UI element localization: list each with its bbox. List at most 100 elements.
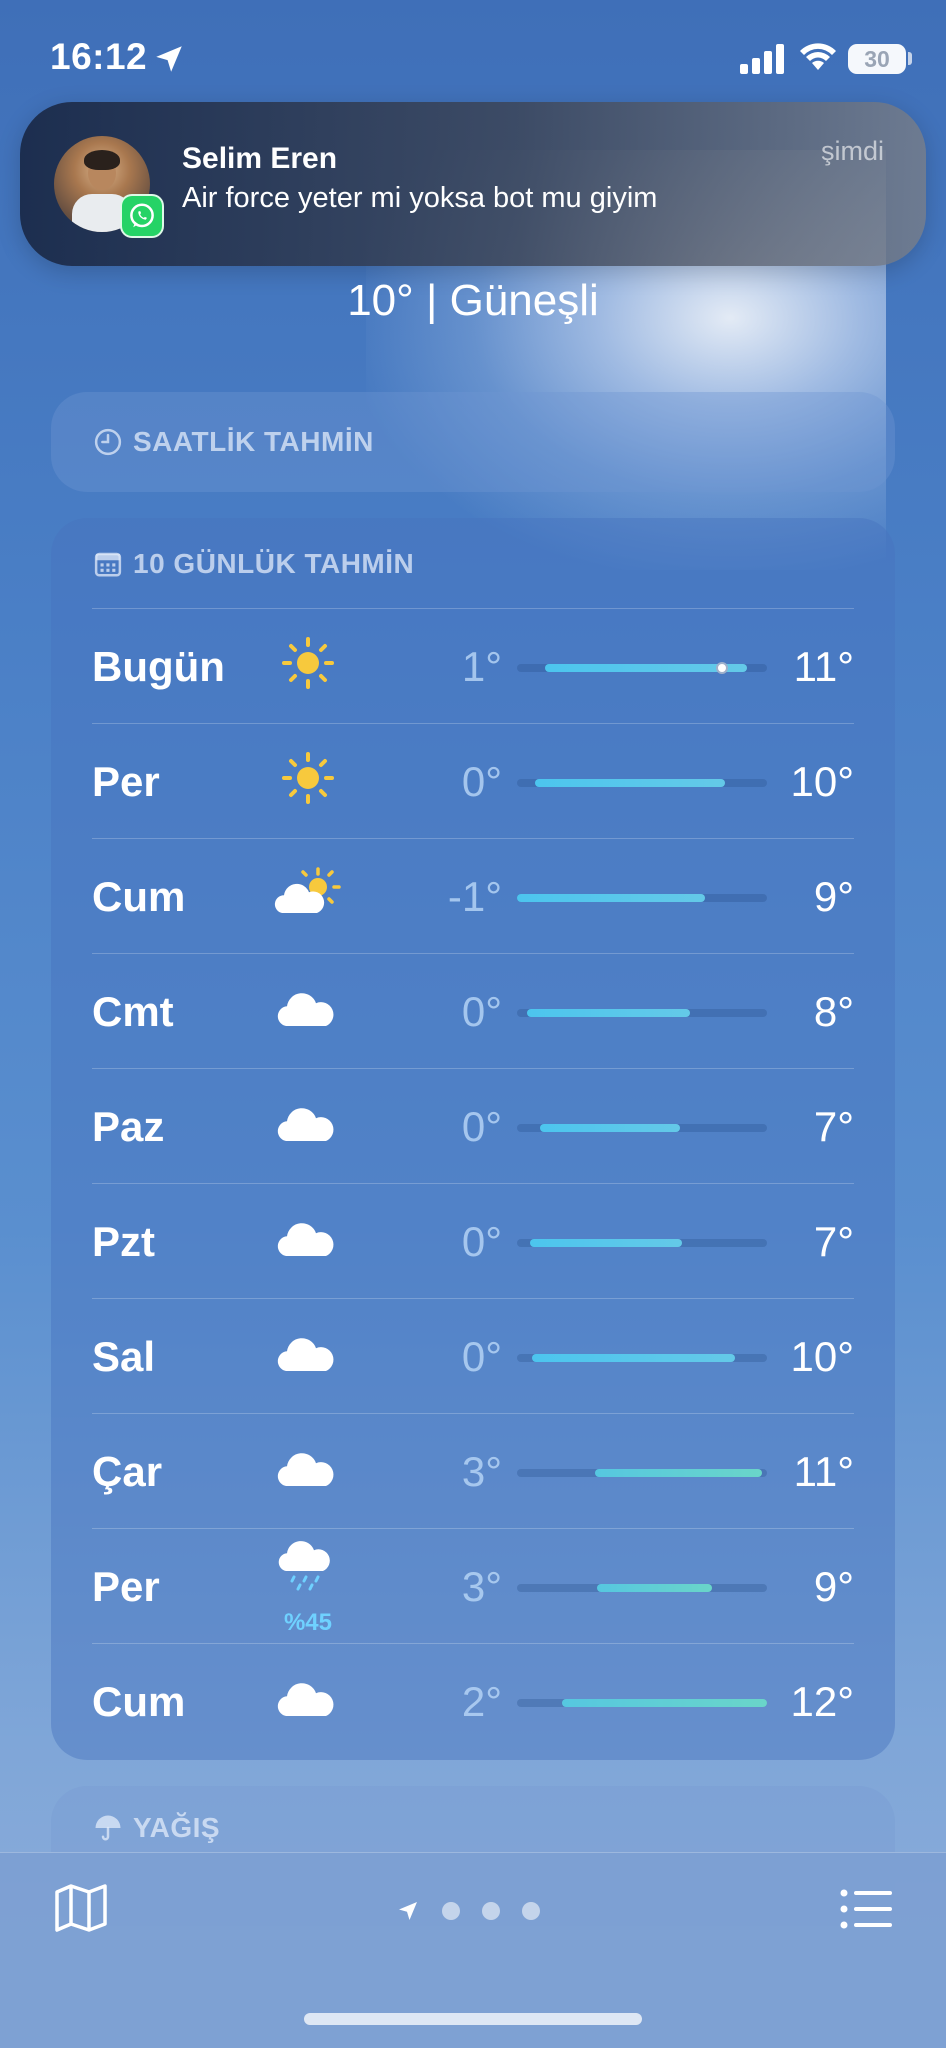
low-temp: 0° (461, 1103, 502, 1150)
temperature-range-bar (517, 1584, 767, 1592)
temperature-range-fill (529, 1239, 682, 1247)
high-temp: 10° (790, 758, 854, 805)
forecast-day: Per (92, 1563, 160, 1610)
temperature-range-bar (517, 779, 767, 787)
umbrella-icon (95, 1815, 121, 1841)
temperature-range-bar (517, 1354, 767, 1362)
hourly-forecast-title: SAATLİK TAHMİN (133, 426, 374, 457)
high-temp: 8° (813, 988, 854, 1035)
temperature-range-bar (517, 1009, 767, 1017)
page-dot (442, 1902, 460, 1920)
forecast-row[interactable]: Cmt 0° 8° (92, 954, 854, 1069)
temperature-range-bar (517, 1124, 767, 1132)
temperature-range-fill (534, 779, 725, 787)
forecast-day: Per (92, 758, 160, 805)
daily-forecast-header: 10 GÜNLÜK TAHMİN (93, 548, 414, 580)
location-arrow-icon (156, 46, 182, 72)
cloud-icon (272, 1438, 344, 1498)
low-temp: 0° (461, 1333, 502, 1380)
forecast-row[interactable]: Pzt 0° 7° (92, 1184, 854, 1299)
temperature-range-fill (562, 1699, 767, 1707)
forecast-row[interactable]: Sal 0° 10° (92, 1299, 854, 1414)
temperature-range-fill (594, 1469, 762, 1477)
notification-sender: Selim Eren (182, 142, 338, 175)
precipitation-title: YAĞIŞ (133, 1812, 221, 1843)
temperature-range-bar (517, 1469, 767, 1477)
high-temp: 7° (813, 1103, 854, 1150)
notification-time: şimdi (820, 136, 884, 166)
high-temp: 9° (813, 1563, 854, 1610)
forecast-row[interactable]: Per %45 3° 9° (92, 1529, 854, 1644)
partly-cloudy-icon (272, 863, 344, 923)
low-temp: 0° (461, 758, 502, 805)
low-temp: -1° (447, 873, 502, 920)
high-temp: 7° (813, 1218, 854, 1265)
low-temp: 0° (461, 1218, 502, 1265)
temperature-range-fill (517, 894, 705, 902)
forecast-day: Pzt (92, 1218, 155, 1265)
low-temp: 3° (461, 1448, 502, 1495)
cellular-signal-icon (740, 44, 784, 74)
notification-message: Air force yeter mi yoksa bot mu giyim (182, 182, 658, 214)
temperature-range-fill (597, 1584, 712, 1592)
forecast-row[interactable]: Cum 2° 12° (92, 1644, 854, 1759)
battery-indicator: 30 (848, 44, 906, 74)
temperature-range-fill (539, 1124, 680, 1132)
page-dot (522, 1902, 540, 1920)
map-icon[interactable] (54, 1883, 108, 1933)
forecast-row[interactable]: Bugün 1° 11° (92, 609, 854, 724)
low-temp: 0° (461, 988, 502, 1035)
page-indicator[interactable] (396, 1899, 540, 1923)
low-temp: 1° (461, 643, 502, 690)
temperature-range-bar (517, 662, 767, 674)
forecast-row[interactable]: Per 0° 10° (92, 724, 854, 839)
cloud-icon (272, 978, 344, 1038)
forecast-row[interactable]: Çar 3° 11° (92, 1414, 854, 1529)
forecast-day: Sal (92, 1333, 156, 1380)
temperature-range-bar (517, 1239, 767, 1247)
temperature-range-fill (532, 1354, 735, 1362)
high-temp: 9° (813, 873, 854, 920)
temperature-range-fill (527, 1009, 690, 1017)
forecast-day: Paz (92, 1103, 165, 1150)
wifi-icon (800, 43, 836, 70)
precipitation-header: YAĞIŞ (93, 1812, 220, 1844)
high-temp: 11° (793, 643, 854, 690)
high-temp: 11° (793, 1448, 854, 1495)
forecast-row[interactable]: Cum -1° 9° (92, 839, 854, 954)
low-temp: 2° (461, 1678, 502, 1725)
cloud-icon (272, 1093, 344, 1153)
forecast-row[interactable]: Paz 0° 7° (92, 1069, 854, 1184)
forecast-day: Cum (92, 873, 186, 920)
current-temp-dot (716, 662, 728, 674)
forecast-day: Çar (92, 1448, 163, 1495)
hourly-forecast-card[interactable]: SAATLİK TAHMİN (51, 392, 895, 492)
location-arrow-icon (399, 1902, 417, 1920)
sun-icon (272, 633, 344, 693)
precipitation-chance: %45 (283, 1609, 333, 1636)
cloud-icon (272, 1208, 344, 1268)
high-temp: 10° (790, 1333, 854, 1380)
battery-tip (908, 52, 912, 65)
notification-banner[interactable]: Selim Eren Air force yeter mi yoksa bot … (20, 102, 926, 266)
status-bar: 16:12 30 (0, 0, 946, 110)
high-temp: 12° (790, 1678, 854, 1725)
forecast-day: Bugün (92, 643, 225, 690)
hourly-forecast-header: SAATLİK TAHMİN (93, 426, 374, 458)
clock-icon (94, 428, 122, 456)
list-icon[interactable] (840, 1889, 894, 1929)
page-dot (482, 1902, 500, 1920)
sun-icon (272, 748, 344, 808)
calendar-icon (94, 552, 122, 577)
forecast-day: Cmt (92, 988, 174, 1035)
daily-forecast-card[interactable]: 10 GÜNLÜK TAHMİN Bugün 1° 11° Per 0° 10° Cum -1… (51, 518, 895, 1760)
temperature-range-bar (517, 1699, 767, 1707)
current-conditions: 10° | Güneşli (347, 276, 599, 325)
rain-cloud-icon (272, 1541, 344, 1601)
status-time: 16:12 (50, 36, 148, 77)
low-temp: 3° (461, 1563, 502, 1610)
daily-forecast-title: 10 GÜNLÜK TAHMİN (133, 548, 415, 579)
temperature-range-bar (517, 894, 767, 902)
whatsapp-icon (120, 194, 164, 238)
home-indicator (304, 2013, 642, 2025)
